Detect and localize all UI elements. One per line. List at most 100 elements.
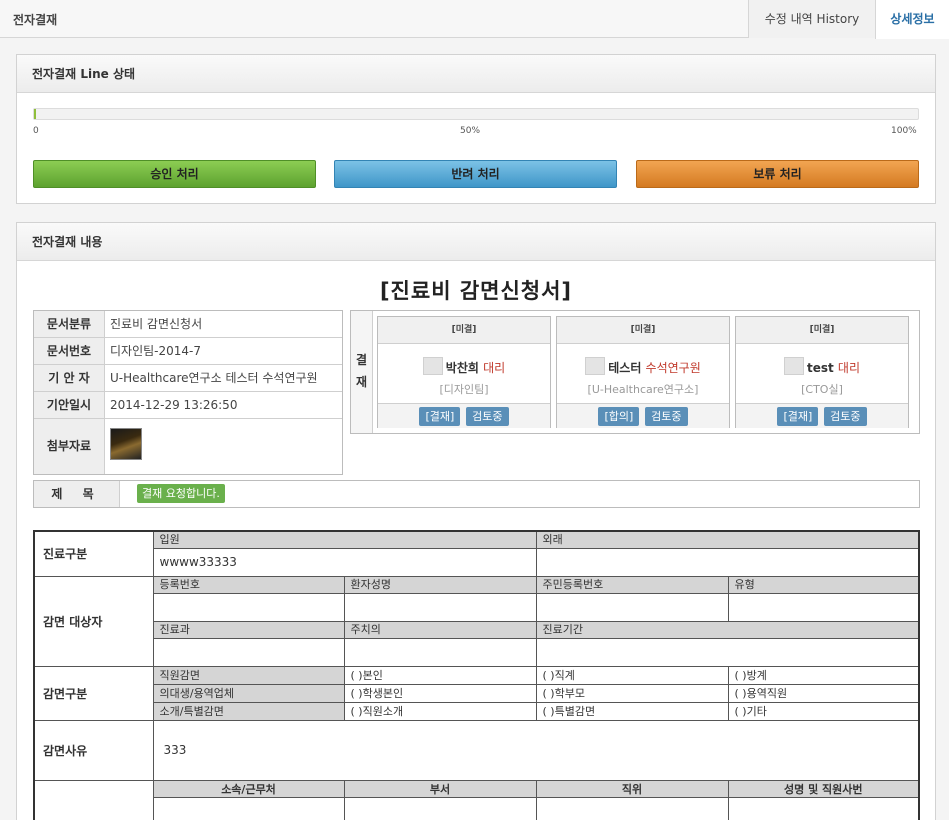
top-bar: 전자결재 수정 내역 History 상세정보 <box>0 0 949 39</box>
info-row: 문서분류 진료비 감면신청서 <box>34 311 342 338</box>
resident-no-header: 주민등록번호 <box>535 575 729 594</box>
user-avatar-icon <box>783 357 804 375</box>
approver-card: [미결] 박찬희 대리 [디자인팀] [결재] 검토중 <box>377 316 551 428</box>
reduction-option[interactable]: ( )학생본인 <box>343 683 537 703</box>
approver-buttons: [결재] 검토중 <box>378 403 550 428</box>
position-header: 직위 <box>535 779 729 798</box>
page-title: 전자결재 <box>13 13 58 27</box>
period-value <box>535 637 920 667</box>
treat-label: 진료구분 <box>33 530 154 577</box>
approver-name-line: 테스터 수석연구원 <box>557 357 729 376</box>
approver-rank: 대리 <box>483 361 506 375</box>
info-value: 2014-12-29 13:26:50 <box>110 398 238 412</box>
dept-header: 부서 <box>343 779 537 798</box>
approval-type-button[interactable]: [결재] <box>419 407 461 426</box>
doctor-value <box>343 637 537 667</box>
info-value: 디자인팀-2014-7 <box>110 344 201 358</box>
approver-dept: [디자인팀] <box>439 383 489 396</box>
document-info-table: 문서분류 진료비 감면신청서 문서번호 디자인팀-2014-7 기 안 자 U-… <box>33 310 343 475</box>
user-avatar-icon <box>585 357 606 375</box>
approver-status: [미결] <box>378 317 550 344</box>
type-value <box>727 592 920 622</box>
subject-label: 제 목 <box>34 481 120 507</box>
review-status-button[interactable]: 검토중 <box>466 407 509 426</box>
position-value <box>535 796 729 820</box>
reject-button[interactable]: 반려 처리 <box>334 160 617 188</box>
outpatient-value <box>535 547 920 577</box>
progress-label-50: 50% <box>460 126 481 136</box>
reduction-option[interactable]: ( )직원소개 <box>343 701 537 721</box>
tab-history[interactable]: 수정 내역 History <box>748 0 875 38</box>
doctor-header: 주치의 <box>343 620 537 639</box>
reason-label: 감면사유 <box>33 719 154 781</box>
info-value: U-Healthcare연구소 테스터 수석연구원 <box>110 371 318 385</box>
reduction-category: 의대생/용역업체 <box>152 683 345 703</box>
approver-rank: 수석연구원 <box>645 361 701 375</box>
period-header: 진료기간 <box>535 620 920 639</box>
approver-dept: [CTO실] <box>801 383 843 396</box>
attachment-thumbnail[interactable] <box>110 428 142 460</box>
progress-label-100: 100% <box>891 126 917 136</box>
name-id-header: 성명 및 직원사번 <box>727 779 920 798</box>
tab-detail[interactable]: 상세정보 <box>875 0 949 39</box>
info-key: 기안일시 <box>34 392 105 418</box>
reduction-option[interactable]: ( )본인 <box>343 665 537 685</box>
dept-value <box>343 796 537 820</box>
approver-rank: 대리 <box>837 361 861 375</box>
approver-name-line: 박찬희 대리 <box>378 357 550 376</box>
approver-name-line: test 대리 <box>736 357 908 376</box>
review-status-button[interactable]: 검토중 <box>824 407 867 426</box>
approval-type-button[interactable]: [결재] <box>777 407 819 426</box>
reg-no-header: 등록번호 <box>152 575 345 594</box>
reduction-option[interactable]: ( )직계 <box>535 665 729 685</box>
subject-value: 결재 요청합니다. <box>137 484 225 503</box>
approver-status: [미결] <box>736 317 908 344</box>
reduction-category: 소개/특별감면 <box>152 701 345 721</box>
type-header: 유형 <box>727 575 920 594</box>
approver-name: test <box>806 361 834 375</box>
outpatient-header: 외래 <box>535 530 920 549</box>
info-row: 기 안 자 U-Healthcare연구소 테스터 수석연구원 <box>34 365 342 392</box>
info-key: 첨부자료 <box>34 419 105 474</box>
approver-dept: [U-Healthcare연구소] <box>587 383 699 396</box>
approval-type-button[interactable]: [합의] <box>598 407 640 426</box>
line-status-heading: 전자결재 Line 상태 <box>17 55 935 93</box>
approver-buttons: [결재] 검토중 <box>736 403 908 428</box>
name-id-value <box>727 796 920 820</box>
info-row: 문서번호 디자인팀-2014-7 <box>34 338 342 365</box>
reduction-option[interactable]: ( )특별감면 <box>535 701 729 721</box>
reduction-option[interactable]: ( )기타 <box>727 701 920 721</box>
reduction-option[interactable]: ( )용역직원 <box>727 683 920 703</box>
department-header: 진료과 <box>152 620 345 639</box>
info-value: 진료비 감면신청서 <box>110 317 203 331</box>
info-key: 문서번호 <box>34 338 105 364</box>
reduction-category: 직원감면 <box>152 665 345 685</box>
reduction-option[interactable]: ( )학부모 <box>535 683 729 703</box>
resident-no-value <box>535 592 729 622</box>
inpatient-value: wwww33333 <box>152 547 537 577</box>
approver-name: 박찬희 <box>445 361 479 375</box>
patient-name-header: 환자성명 <box>343 575 537 594</box>
approve-button[interactable]: 승인 처리 <box>33 160 316 188</box>
line-status-panel: 전자결재 Line 상태 0 50% 100% 승인 처리 반려 처리 보류 처… <box>16 54 936 204</box>
affiliation-header: 소속/근무처 <box>152 779 345 798</box>
approver-card: [미결] 테스터 수석연구원 [U-Healthcare연구소] [합의] 검토… <box>556 316 730 428</box>
review-status-button[interactable]: 검토중 <box>645 407 688 426</box>
approver-buttons: [합의] 검토중 <box>557 403 729 428</box>
document-title: [진료비 감면신청서] <box>379 279 573 303</box>
approver-name: 테스터 <box>608 361 642 375</box>
info-row: 기안일시 2014-12-29 13:26:50 <box>34 392 342 419</box>
hold-button[interactable]: 보류 처리 <box>636 160 919 188</box>
progress-bar <box>33 108 919 120</box>
info-value <box>105 419 342 474</box>
info-key: 문서분류 <box>34 311 105 337</box>
department-value <box>152 637 345 667</box>
progress-label-0: 0 <box>33 126 39 136</box>
reason-value: 333 <box>152 719 920 781</box>
content-heading: 전자결재 내용 <box>17 223 935 261</box>
patient-name-value <box>343 592 537 622</box>
subject-row: 제 목 결재 요청합니다. <box>33 480 920 508</box>
reduction-option[interactable]: ( )방계 <box>727 665 920 685</box>
user-avatar-icon <box>422 357 443 375</box>
content-panel: 전자결재 내용 [진료비 감면신청서] 문서분류 진료비 감면신청서 문서번호 … <box>16 222 936 820</box>
